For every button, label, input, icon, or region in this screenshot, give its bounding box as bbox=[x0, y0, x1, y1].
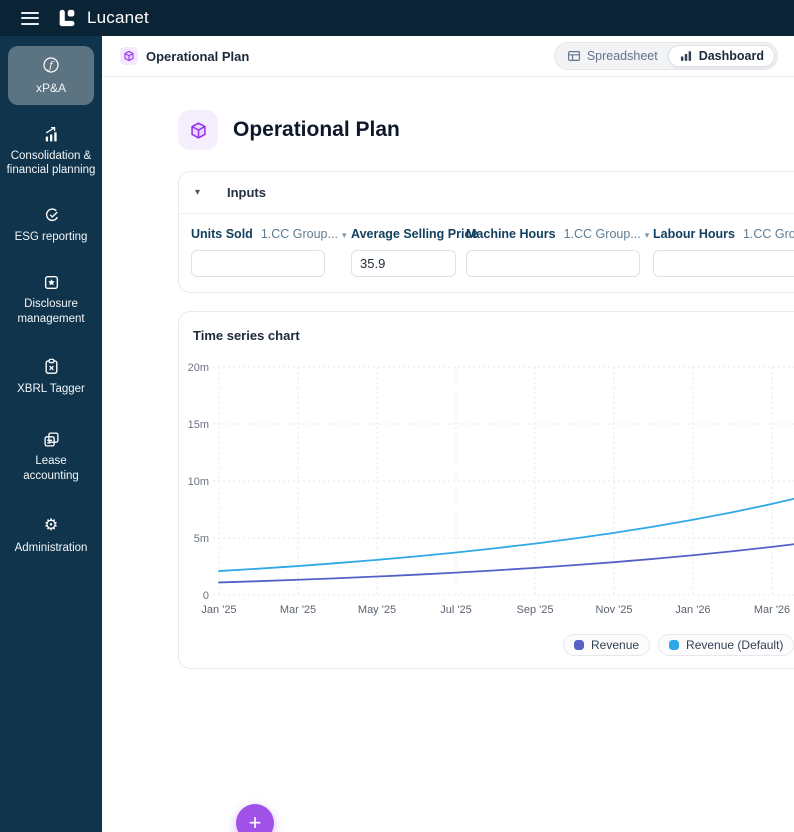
x-tick-label: Mar '26 bbox=[754, 604, 790, 616]
legend-item-revenue[interactable]: Revenue bbox=[563, 634, 651, 656]
toggle-label: Dashboard bbox=[698, 49, 764, 63]
clipboard-x-icon bbox=[42, 358, 60, 376]
machine-hours-input[interactable] bbox=[466, 250, 640, 277]
field-average-selling-price: Average Selling Price bbox=[351, 227, 478, 277]
sidebar-item-label: Consolidation & financial planning bbox=[6, 150, 96, 177]
function-icon: ƒ bbox=[42, 56, 60, 74]
x-tick-label: Jan '25 bbox=[201, 604, 236, 616]
collapse-caret-icon[interactable]: ▾ bbox=[195, 187, 209, 198]
hamburger-menu-icon[interactable] bbox=[21, 11, 39, 25]
spreadsheet-toggle[interactable]: Spreadsheet bbox=[557, 46, 668, 66]
legend-label: Revenue (Default) bbox=[686, 638, 784, 652]
group-selector-dropdown[interactable]: 1.CC Group... ▾ bbox=[564, 227, 650, 241]
toggle-label: Spreadsheet bbox=[586, 49, 658, 63]
sidebar-item-esg[interactable]: ESG reporting bbox=[4, 200, 98, 250]
page-title: Operational Plan bbox=[233, 118, 400, 141]
sidebar-item-label: Administration bbox=[14, 542, 88, 554]
dashboard-toggle[interactable]: Dashboard bbox=[667, 45, 775, 67]
inputs-panel: ▾ Inputs Units Sold 1.CC Group... ▾ Avera… bbox=[178, 171, 794, 293]
sidebar-item-label: xP&A bbox=[35, 81, 66, 95]
inputs-fields-row: Units Sold 1.CC Group... ▾ Average Sellin… bbox=[179, 214, 794, 292]
sidebar-item-xbrl[interactable]: XBRL Tagger bbox=[4, 352, 98, 402]
y-tick-label: 15m bbox=[188, 419, 209, 431]
sidebar-item-xpa[interactable]: ƒ xP&A bbox=[8, 46, 94, 105]
legend-item-revenue-default[interactable]: Revenue (Default) bbox=[658, 634, 794, 656]
breadcrumb[interactable]: Operational Plan bbox=[120, 47, 249, 65]
app-name: Lucanet bbox=[87, 8, 149, 27]
sidebar-item-lease[interactable]: Lease accounting bbox=[4, 424, 98, 489]
dashboard-icon bbox=[680, 51, 691, 61]
page-content: Operational Plan ▾ Inputs Units Sold 1.C… bbox=[102, 110, 794, 669]
top-bar: Lucanet bbox=[0, 0, 794, 36]
field-labour-hours: Labour Hours 1.CC Group. bbox=[653, 227, 794, 277]
units-sold-input[interactable] bbox=[191, 250, 325, 277]
y-tick-label: 10m bbox=[188, 476, 209, 488]
group-selector-dropdown[interactable]: 1.CC Group. bbox=[743, 227, 794, 241]
inputs-panel-title: Inputs bbox=[227, 185, 266, 200]
spreadsheet-icon bbox=[567, 51, 580, 61]
x-tick-label: Jul '25 bbox=[440, 604, 471, 616]
field-label: Labour Hours bbox=[653, 227, 735, 241]
gear-icon: ⚙ bbox=[43, 517, 59, 534]
average-selling-price-input[interactable] bbox=[351, 250, 456, 277]
x-tick-label: May '25 bbox=[358, 604, 396, 616]
y-tick-label: 20m bbox=[188, 362, 209, 374]
time-series-chart: 0 5m 10m 15m 20m Jan '25 Mar '25 May '25 Jul '25… bbox=[188, 362, 794, 616]
sidebar-item-administration[interactable]: ⚙ Administration bbox=[4, 511, 98, 561]
add-button[interactable]: + bbox=[236, 804, 274, 832]
group-selector-dropdown[interactable]: 1.CC Group... ▾ bbox=[261, 227, 347, 241]
svg-text:ƒ: ƒ bbox=[47, 60, 55, 71]
view-toggle: Spreadsheet Dashboard bbox=[553, 42, 778, 70]
x-tick-label: Jan '26 bbox=[675, 604, 710, 616]
page-header: Operational Plan bbox=[178, 110, 794, 150]
series-line-0 bbox=[218, 543, 794, 584]
x-tick-label: Nov '25 bbox=[596, 604, 633, 616]
field-label: Units Sold bbox=[191, 227, 253, 241]
chart-legend: Revenue Revenue (Default) bbox=[563, 634, 794, 656]
sidebar: ƒ xP&A Consolidation & financial plannin… bbox=[0, 36, 102, 832]
chevron-down-icon: ▾ bbox=[644, 230, 650, 240]
revenue-swatch bbox=[574, 640, 584, 650]
sidebar-item-label: ESG reporting bbox=[14, 230, 88, 243]
sidebar-item-consolidation[interactable]: Consolidation & financial planning bbox=[4, 119, 98, 184]
legend-label: Revenue bbox=[591, 638, 640, 652]
breadcrumb-label: Operational Plan bbox=[146, 48, 250, 64]
cube-icon bbox=[178, 110, 218, 150]
field-units-sold: Units Sold 1.CC Group... ▾ bbox=[191, 227, 346, 277]
chart-panel: Time series chart 0 5m 10m 15m 20m Jan '25 Mar… bbox=[178, 311, 794, 669]
sidebar-item-label: Disclosure management bbox=[17, 298, 85, 325]
lucanet-logo-icon bbox=[59, 9, 75, 27]
sidebar-item-label: Lease accounting bbox=[23, 455, 79, 482]
labour-hours-input[interactable] bbox=[653, 250, 794, 277]
esg-signature-icon bbox=[42, 206, 60, 224]
series-line-1 bbox=[218, 497, 794, 572]
y-tick-label: 5m bbox=[194, 533, 209, 545]
chart-title: Time series chart bbox=[193, 328, 300, 343]
lease-calendar-icon bbox=[42, 430, 60, 448]
field-machine-hours: Machine Hours 1.CC Group... ▾ bbox=[466, 227, 649, 277]
bar-chart-arrow-icon bbox=[42, 125, 60, 143]
cube-icon bbox=[120, 47, 138, 65]
sidebar-item-label: XBRL Tagger bbox=[17, 382, 85, 395]
breadcrumb-bar: Operational Plan Spreadsheet Dashboard bbox=[102, 36, 794, 77]
revenue-default-swatch bbox=[669, 640, 680, 650]
chevron-down-icon: ▾ bbox=[341, 230, 347, 240]
y-tick-label: 0 bbox=[203, 590, 209, 602]
sidebar-item-disclosure[interactable]: Disclosure management bbox=[4, 267, 98, 332]
x-tick-label: Sep '25 bbox=[517, 604, 554, 616]
x-tick-label: Mar '25 bbox=[280, 604, 316, 616]
main-area: Operational Plan Spreadsheet Dashboard O… bbox=[102, 36, 794, 832]
field-label: Machine Hours bbox=[466, 227, 556, 241]
inputs-panel-header: ▾ Inputs bbox=[179, 172, 794, 214]
star-document-icon bbox=[42, 273, 60, 291]
field-label: Average Selling Price bbox=[351, 227, 479, 241]
